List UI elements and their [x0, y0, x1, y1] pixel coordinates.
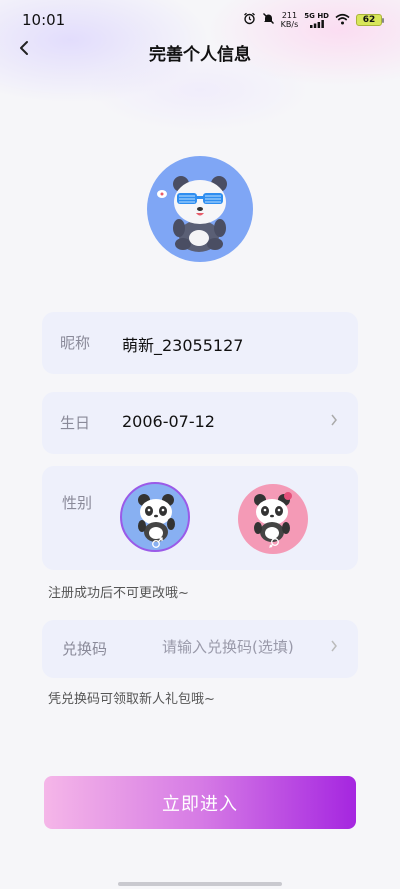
- birthday-label: 生日: [60, 414, 91, 432]
- chevron-right-icon: [330, 640, 338, 656]
- nav-bar: 完善个人信息: [0, 36, 400, 66]
- nickname-label: 昵称: [60, 334, 91, 352]
- mute-icon: [262, 12, 275, 28]
- gender-hint: 注册成功后不可更改哦~: [48, 586, 189, 601]
- signal-icon: 5G HD: [304, 11, 329, 28]
- status-bar: 10:01 211 KB/s 5G HD 62: [0, 0, 400, 40]
- birthday-field[interactable]: 生日 2006-07-12: [42, 392, 358, 454]
- gender-field: 性别: [42, 466, 358, 570]
- status-time: 10:01: [22, 11, 66, 29]
- nickname-value[interactable]: 萌新_23055127: [122, 332, 243, 356]
- gender-female-option[interactable]: [238, 484, 308, 554]
- page-title: 完善个人信息: [149, 45, 251, 65]
- panda-with-sunglasses-avatar: [157, 176, 227, 252]
- gender-male-option[interactable]: [120, 482, 190, 552]
- network-speed: 211 KB/s: [281, 11, 299, 29]
- wifi-icon: [335, 13, 350, 28]
- battery-icon: 62: [356, 14, 384, 26]
- birthday-value: 2006-07-12: [122, 412, 215, 431]
- chevron-right-icon: [330, 414, 338, 430]
- home-indicator[interactable]: [118, 882, 282, 886]
- speed-value: 211: [281, 11, 298, 20]
- alarm-icon: [243, 12, 256, 28]
- female-symbol-icon: [268, 534, 280, 553]
- redeem-code-label: 兑换码: [62, 640, 108, 658]
- redeem-code-field[interactable]: 兑换码: [42, 620, 358, 678]
- redeem-code-hint: 凭兑换码可领取新人礼包哦~: [48, 692, 215, 707]
- enter-now-button[interactable]: 立即进入: [44, 776, 356, 829]
- gender-label: 性别: [62, 494, 93, 512]
- redeem-code-input[interactable]: [162, 638, 312, 656]
- signal-label: 5G HD: [304, 11, 329, 20]
- avatar[interactable]: [147, 156, 253, 262]
- speed-unit: KB/s: [280, 20, 299, 29]
- status-icons: 211 KB/s 5G HD 62: [243, 11, 384, 29]
- nickname-field[interactable]: 昵称 萌新_23055127: [42, 312, 358, 374]
- male-symbol-icon: [151, 534, 163, 550]
